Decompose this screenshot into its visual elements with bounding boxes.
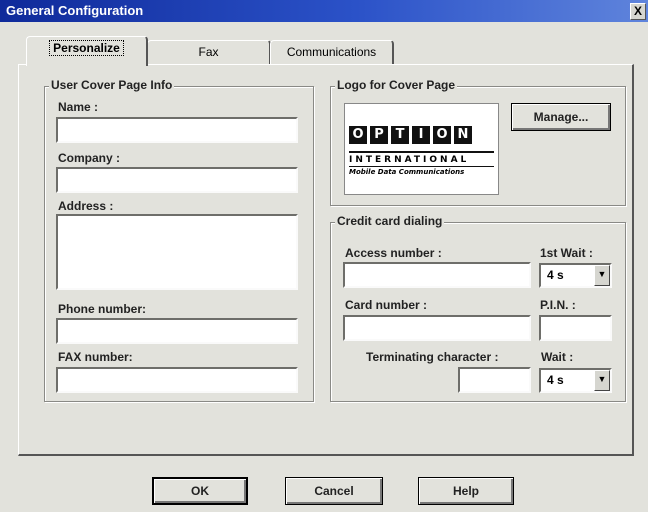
card-number-field[interactable] bbox=[343, 315, 531, 341]
first-wait-label: 1st Wait : bbox=[540, 246, 593, 260]
tab-fax[interactable]: Fax bbox=[147, 40, 271, 64]
logo-rule bbox=[349, 151, 494, 153]
tab-label: Personalize bbox=[49, 40, 124, 56]
wait-select[interactable]: 4 s ▼ bbox=[539, 368, 612, 393]
address-field[interactable] bbox=[56, 214, 298, 290]
help-button[interactable]: Help bbox=[418, 477, 514, 505]
manage-button[interactable]: Manage... bbox=[511, 103, 611, 131]
group-legend: Logo for Cover Page bbox=[335, 78, 458, 92]
access-number-field[interactable] bbox=[343, 262, 531, 288]
ok-button[interactable]: OK bbox=[152, 477, 248, 505]
pin-field[interactable] bbox=[539, 315, 612, 341]
company-label: Company : bbox=[58, 151, 121, 165]
tab-label: Communications bbox=[286, 45, 377, 59]
terminating-character-field[interactable] bbox=[458, 367, 531, 393]
logo-rule bbox=[349, 166, 494, 167]
tab-personalize[interactable]: Personalize bbox=[26, 36, 148, 66]
wait-value: 4 s bbox=[547, 373, 564, 387]
group-legend: User Cover Page Info bbox=[49, 78, 175, 92]
fax-field[interactable] bbox=[56, 367, 298, 393]
group-legend: Credit card dialing bbox=[335, 214, 445, 228]
tab-label: Fax bbox=[198, 45, 219, 59]
company-field[interactable] bbox=[56, 167, 298, 193]
logo-tagline: Mobile Data Communications bbox=[349, 168, 465, 176]
chevron-down-icon[interactable]: ▼ bbox=[594, 265, 610, 286]
phone-label: Phone number: bbox=[58, 302, 147, 316]
address-label: Address : bbox=[58, 199, 114, 213]
logo-wordmark: OPTION bbox=[349, 126, 475, 144]
close-icon[interactable]: X bbox=[630, 3, 646, 20]
logo-subtitle: INTERNATIONAL bbox=[349, 155, 470, 165]
chevron-down-icon[interactable]: ▼ bbox=[594, 370, 610, 391]
logo-image: OPTION INTERNATIONAL Mobile Data Communi… bbox=[344, 103, 499, 195]
first-wait-value: 4 s bbox=[547, 268, 564, 282]
pin-label: P.I.N. : bbox=[540, 298, 576, 312]
window-title: General Configuration bbox=[6, 3, 144, 18]
wait-label: Wait : bbox=[541, 350, 574, 364]
first-wait-select[interactable]: 4 s ▼ bbox=[539, 263, 612, 288]
name-label: Name : bbox=[58, 100, 99, 114]
terminating-character-label: Terminating character : bbox=[366, 350, 499, 364]
name-field[interactable] bbox=[56, 117, 298, 143]
title-bar: General Configuration X bbox=[0, 0, 648, 22]
fax-label: FAX number: bbox=[58, 350, 133, 364]
cancel-button[interactable]: Cancel bbox=[285, 477, 383, 505]
access-number-label: Access number : bbox=[345, 246, 442, 260]
card-number-label: Card number : bbox=[345, 298, 428, 312]
phone-field[interactable] bbox=[56, 318, 298, 344]
tab-communications[interactable]: Communications bbox=[270, 40, 394, 64]
